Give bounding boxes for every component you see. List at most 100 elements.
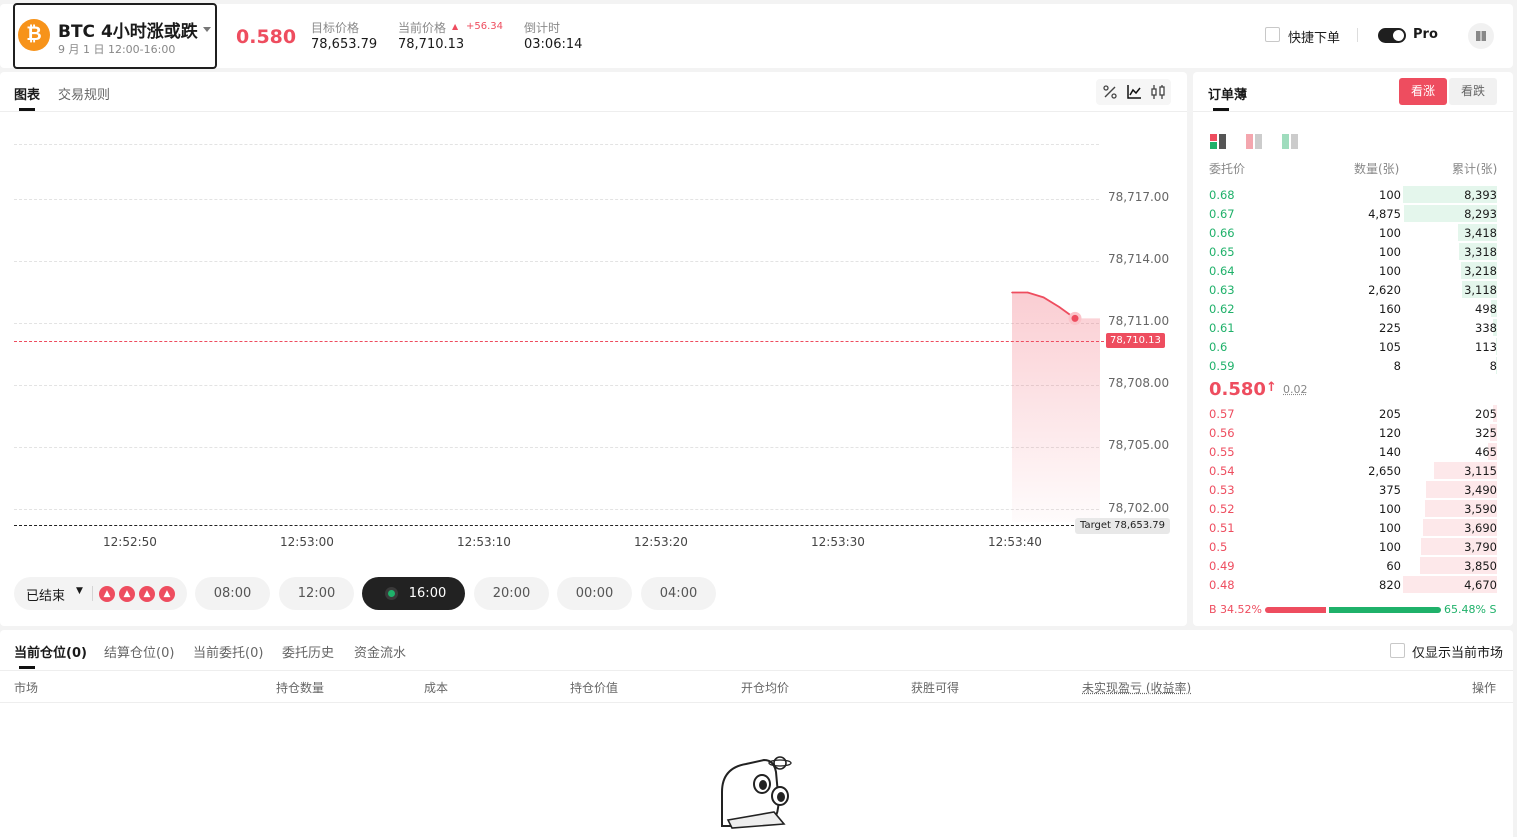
order-cum: 3,690 (1464, 521, 1497, 535)
order-cum: 3,318 (1464, 245, 1497, 259)
order-qty: 8 (1393, 359, 1401, 373)
ask-row[interactable]: 0.62 160 498 (1209, 299, 1497, 318)
series-area (1012, 292, 1100, 522)
orderbook-panel: 订单薄 看涨 看跌 委托价 数量(张) 累计(张) 0.68 100 8,393 0.… (1193, 72, 1513, 626)
book-icon (1476, 31, 1486, 41)
sell-ratio-label: 65.48% S (1444, 603, 1497, 616)
target-price-value: 78,653.79 (311, 37, 378, 52)
period-label: 04:00 (659, 586, 698, 601)
order-cum: 3,590 (1464, 502, 1497, 516)
order-qty: 100 (1379, 226, 1401, 240)
btc-icon: ₿ (18, 19, 50, 51)
bid-row[interactable]: 0.56 120 325 (1209, 423, 1497, 442)
ask-row[interactable]: 0.68 100 8,393 (1209, 185, 1497, 204)
order-qty: 105 (1379, 340, 1401, 354)
book-both-icon[interactable] (1209, 133, 1227, 150)
tab-current-positions[interactable]: 当前仓位(0) (14, 642, 87, 669)
order-qty: 160 (1379, 302, 1401, 316)
ask-row[interactable]: 0.65 100 3,318 (1209, 242, 1497, 261)
period-2000[interactable]: 20:00 (474, 577, 549, 610)
col-cum-header: 累计(张) (1452, 162, 1498, 176)
order-cum: 465 (1475, 445, 1497, 459)
current-price-label: 当前价格 (398, 21, 447, 35)
bid-row[interactable]: 0.51 100 3,690 (1209, 518, 1497, 537)
col-price-header: 委托价 (1209, 162, 1246, 176)
order-qty: 120 (1379, 426, 1401, 440)
line-chart-icon[interactable] (1124, 82, 1144, 102)
order-price: 0.52 (1209, 502, 1235, 516)
market-title: BTC 4小时涨或跌 (58, 22, 198, 42)
order-qty: 100 (1379, 502, 1401, 516)
bid-row[interactable]: 0.55 140 465 (1209, 442, 1497, 461)
up-arrow-icon: ▲ (159, 586, 175, 602)
order-cum: 113 (1475, 340, 1497, 354)
tab-divider (1193, 111, 1513, 112)
ask-row[interactable]: 0.61 225 338 (1209, 318, 1497, 337)
market-subtitle: 9 月 1 日 12:00-16:00 (58, 43, 176, 56)
bid-row[interactable]: 0.57 205 205 (1209, 404, 1497, 423)
order-qty: 100 (1379, 521, 1401, 535)
tab-order-history[interactable]: 委托历史 (282, 642, 334, 661)
up-arrow-icon: ▲ (119, 586, 135, 602)
target-price-label: 目标价格 (311, 21, 360, 35)
bid-row[interactable]: 0.54 2,650 3,115 (1209, 461, 1497, 480)
data-point (1068, 311, 1082, 325)
col-win-payout: 获胜可得 (911, 681, 960, 695)
book-bids-icon[interactable] (1281, 133, 1299, 150)
tab-trading-rules[interactable]: 交易规则 (58, 84, 110, 103)
percent-icon[interactable] (1100, 82, 1120, 102)
col-position-value: 持仓价值 (570, 681, 619, 695)
tab-chart[interactable]: 图表 (14, 84, 40, 111)
buy-ratio-bar (1265, 607, 1326, 613)
only-current-market-checkbox[interactable] (1390, 643, 1405, 658)
ask-row[interactable]: 0.66 100 3,418 (1209, 223, 1497, 242)
pro-toggle[interactable] (1378, 28, 1406, 43)
data-point (1011, 291, 1013, 294)
bid-row[interactable]: 0.49 60 3,850 (1209, 556, 1497, 575)
countdown-label: 倒计时 (524, 21, 561, 35)
order-cum: 338 (1475, 321, 1497, 335)
period-label: 08:00 (213, 586, 252, 601)
bid-row[interactable]: 0.48 820 4,670 (1209, 575, 1497, 594)
period-0400[interactable]: 04:00 (641, 577, 716, 610)
quick-order-checkbox[interactable] (1265, 27, 1280, 42)
tab-open-orders[interactable]: 当前委托(0) (193, 642, 263, 661)
period-1600[interactable]: 16:00 (362, 577, 465, 610)
col-cost: 成本 (424, 681, 449, 695)
order-qty: 100 (1379, 540, 1401, 554)
target-price-line (14, 525, 1074, 526)
status-dropdown[interactable]: 已结束 ▼ ▲ ▲ ▲ ▲ (14, 577, 187, 610)
book-asks-icon[interactable] (1245, 133, 1263, 150)
ask-row[interactable]: 0.67 4,875 8,293 (1209, 204, 1497, 223)
up-triangle-icon: ▲ (452, 22, 459, 31)
ask-row[interactable]: 0.6 105 113 (1209, 337, 1497, 356)
order-price: 0.68 (1209, 188, 1235, 202)
bullish-button[interactable]: 看涨 (1399, 78, 1447, 105)
order-price: 0.51 (1209, 521, 1235, 535)
last-price: 0.580 (1209, 379, 1266, 400)
caret-down-icon: ▼ (76, 586, 83, 596)
market-selector[interactable]: ₿ BTC 4小时涨或跌 9 月 1 日 12:00-16:00 (13, 3, 217, 69)
ask-row[interactable]: 0.59 8 8 (1209, 356, 1497, 375)
order-price: 0.63 (1209, 283, 1235, 297)
ask-row[interactable]: 0.64 100 3,218 (1209, 261, 1497, 280)
order-qty: 375 (1379, 483, 1401, 497)
bid-row[interactable]: 0.53 375 3,490 (1209, 480, 1497, 499)
period-0000[interactable]: 00:00 (557, 577, 632, 610)
caret-down-icon (203, 27, 211, 32)
book-button[interactable] (1468, 23, 1494, 49)
data-point (1042, 296, 1045, 299)
live-dot-icon (385, 587, 398, 600)
bid-row[interactable]: 0.52 100 3,590 (1209, 499, 1497, 518)
bid-row[interactable]: 0.5 100 3,790 (1209, 537, 1497, 556)
tab-settled-positions[interactable]: 结算仓位(0) (104, 642, 174, 661)
period-0800[interactable]: 08:00 (195, 577, 270, 610)
bearish-button[interactable]: 看跌 (1449, 78, 1497, 105)
empty-state-astronaut-icon (721, 756, 792, 829)
candlestick-icon[interactable] (1148, 82, 1168, 102)
market-price: 0.580 (236, 26, 297, 48)
tab-funding-flow[interactable]: 资金流水 (354, 642, 406, 661)
ask-row[interactable]: 0.63 2,620 3,118 (1209, 280, 1497, 299)
chart-panel: 图表 交易规则 78,717.00 78,714.00 78,711.00 78… (0, 72, 1187, 626)
period-1200[interactable]: 12:00 (279, 577, 354, 610)
